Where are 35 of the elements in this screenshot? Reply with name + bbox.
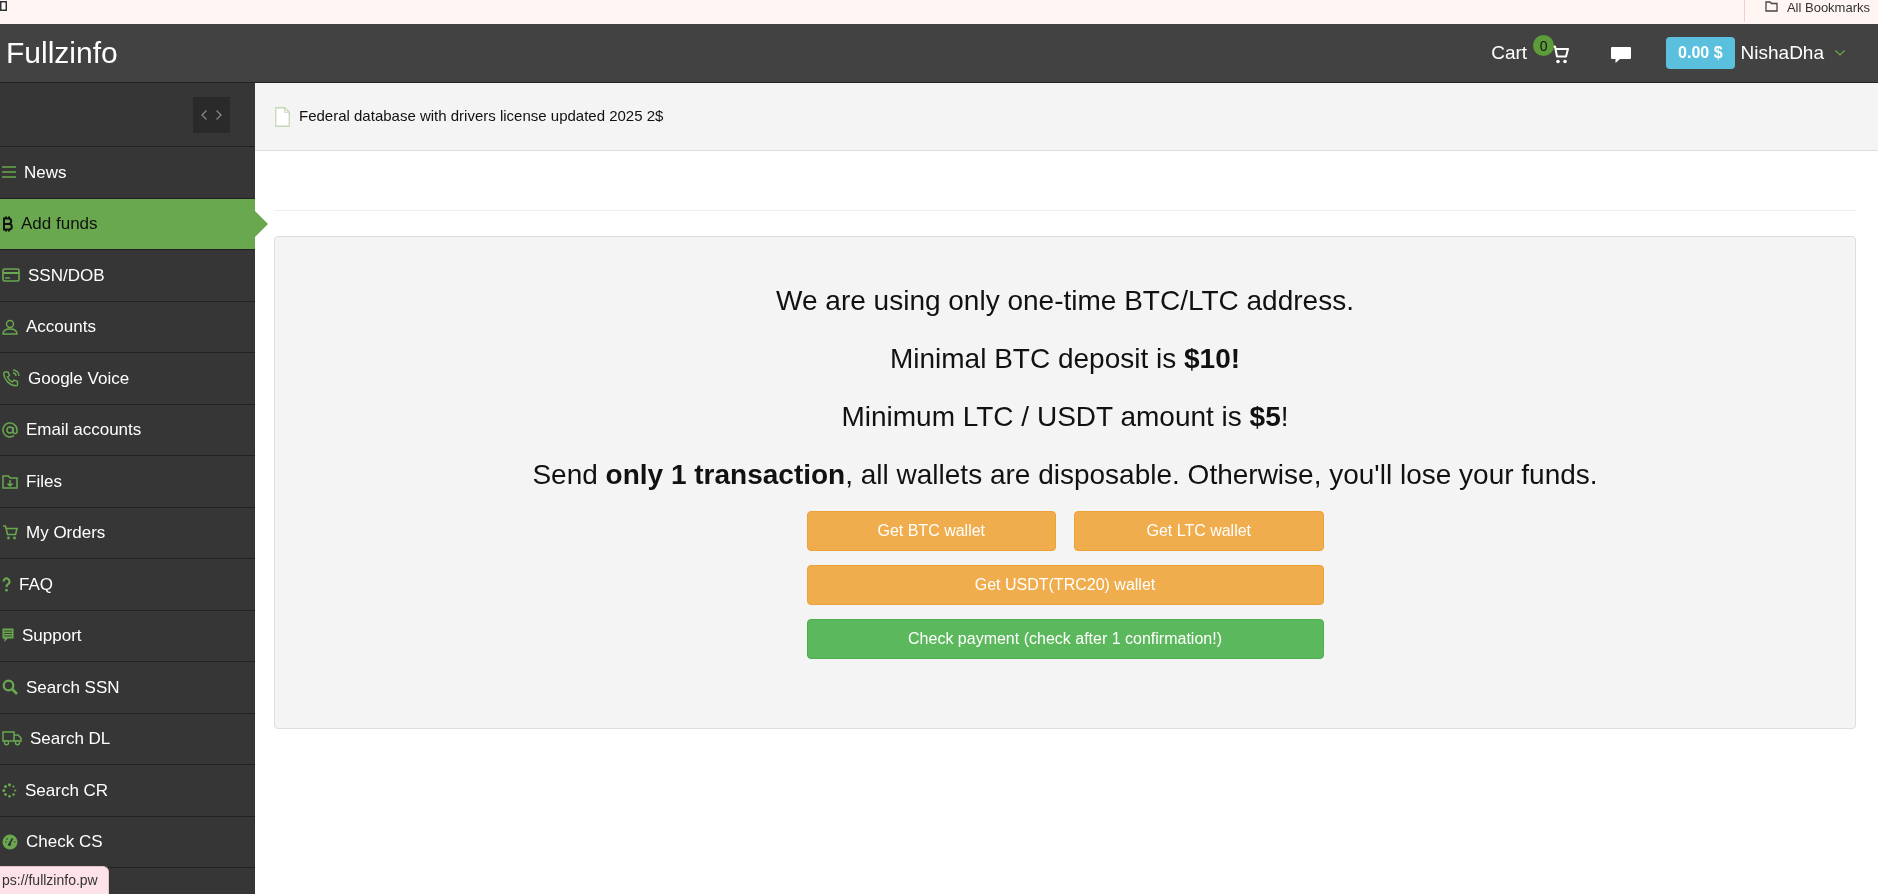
- sidebar-toggle-button[interactable]: [193, 96, 230, 133]
- chevron-down-icon: [1835, 50, 1845, 56]
- bitcoin-icon: [2, 215, 13, 232]
- deposit-info-text: Send only 1 transaction, all wallets are disposable. Otherwise, you'll lose your funds.: [532, 458, 1598, 492]
- deposit-info-text: Minimum LTC / USDT amount is $5!: [841, 400, 1289, 434]
- user-menu-button[interactable]: NishaDha: [1740, 38, 1845, 68]
- spinner-icon: [2, 782, 17, 798]
- site-logo[interactable]: Fullzinfo: [0, 38, 118, 68]
- list-icon: [2, 166, 16, 179]
- download-icon: [2, 473, 18, 489]
- search-icon: [2, 679, 18, 696]
- document-icon: [275, 106, 290, 127]
- at-sign-icon: [2, 421, 18, 438]
- cart-count-badge: 0: [1533, 35, 1555, 56]
- cart-link[interactable]: Cart 0: [1491, 35, 1570, 71]
- chevron-right-icon: [216, 109, 222, 120]
- credit-card-icon: [2, 268, 20, 283]
- user-icon: [2, 318, 18, 335]
- selection-pointer-icon: [255, 210, 268, 237]
- question-icon: [2, 576, 11, 592]
- deposit-info-text: Minimal BTC deposit is $10!: [889, 342, 1241, 376]
- balance-badge: 0.00 $: [1666, 37, 1735, 69]
- cart-icon: [1551, 45, 1570, 64]
- chat-icon[interactable]: [1610, 46, 1633, 64]
- cart-icon: [2, 525, 18, 541]
- truck-icon: [2, 731, 22, 747]
- phone-icon: [2, 369, 20, 388]
- folder-icon: [1764, 1, 1778, 12]
- status-url-bubble: ps://fullzinfo.pw: [0, 866, 109, 894]
- chevron-left-icon: [201, 109, 207, 120]
- comment-icon: [2, 628, 14, 644]
- notice-text: Federal database with drivers license updated 2025 2$: [299, 106, 664, 127]
- all-bookmarks-button[interactable]: All Bookmarks: [1764, 0, 1878, 15]
- gauge-icon: [2, 833, 18, 850]
- deposit-info-text: We are using only one-time BTC/LTC address.: [776, 284, 1354, 318]
